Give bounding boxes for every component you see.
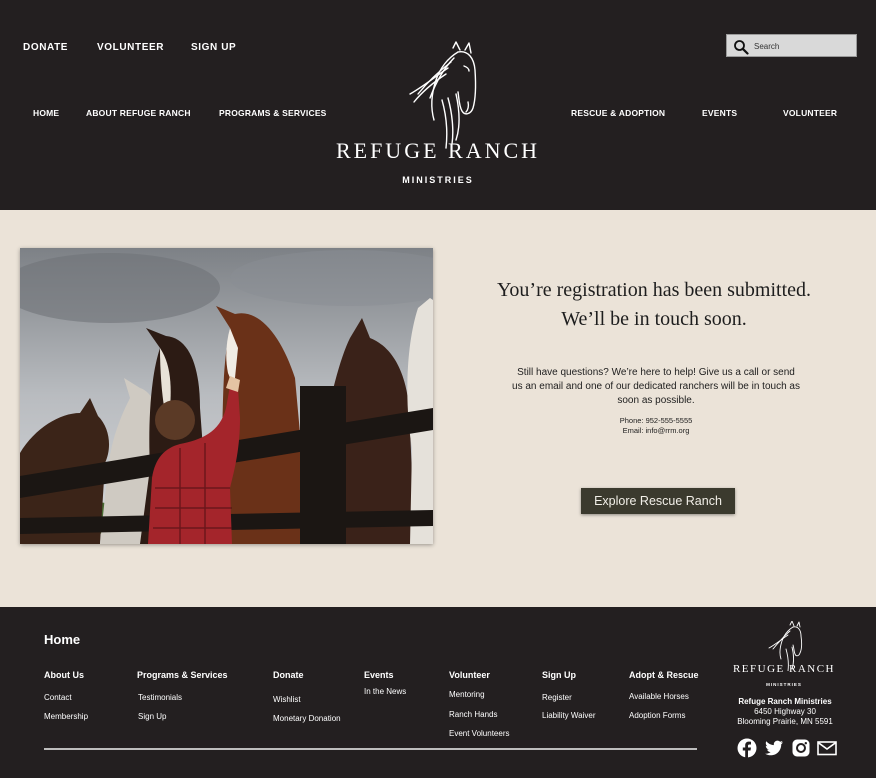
footer-sign-up-heading[interactable]: Sign Up — [542, 670, 576, 680]
site-footer: Home About Us Contact Membership Program… — [0, 607, 876, 778]
footer-link-mentoring[interactable]: Mentoring — [449, 690, 485, 699]
footer-divider — [44, 748, 697, 750]
footer-donate-heading[interactable]: Donate — [273, 670, 304, 680]
footer-events-heading[interactable]: Events — [364, 670, 394, 680]
footer-programs-heading[interactable]: Programs & Services — [137, 670, 228, 680]
footer-address-line1: 6450 Highway 30 — [754, 707, 816, 716]
footer-link-contact[interactable]: Contact — [44, 693, 72, 702]
footer-link-adoption-forms[interactable]: Adoption Forms — [629, 711, 685, 720]
footer-logo-wordmark: REFUGE RANCH — [732, 663, 836, 675]
footer-link-liability-waiver[interactable]: Liability Waiver — [542, 711, 596, 720]
nav-rescue-adoption[interactable]: RESCUE & ADOPTION — [571, 108, 665, 118]
logo-wordmark: REFUGE RANCH — [335, 138, 541, 163]
confirmation-heading: You’re registration has been submitted. … — [466, 276, 842, 334]
logo-subtitle: MINISTRIES — [402, 175, 474, 185]
top-donate-link[interactable]: DONATE — [23, 42, 68, 53]
refuge-ranch-logo[interactable]: REFUGE RANCH MINISTRIES — [318, 40, 558, 190]
twitter-icon[interactable] — [764, 738, 784, 758]
footer-link-testimonials[interactable]: Testimonials — [138, 693, 182, 702]
footer-adopt-heading[interactable]: Adopt & Rescue — [629, 670, 699, 680]
footer-logo[interactable]: REFUGE RANCH MINISTRIES — [728, 621, 840, 691]
nav-home[interactable]: HOME — [33, 108, 59, 118]
confirmation-heading-line1: You’re registration has been submitted. — [496, 279, 812, 301]
footer-link-membership[interactable]: Membership — [44, 712, 88, 721]
footer-link-wishlist[interactable]: Wishlist — [273, 695, 301, 704]
horse-head-logo-icon — [409, 41, 477, 149]
footer-logo-subtitle: MINISTRIES — [766, 682, 802, 687]
footer-link-programs-sign-up[interactable]: Sign Up — [138, 712, 166, 721]
facebook-icon[interactable] — [737, 738, 757, 758]
footer-link-available-horses[interactable]: Available Horses — [629, 692, 689, 701]
footer-home-link[interactable]: Home — [44, 632, 80, 647]
nav-about[interactable]: ABOUT REFUGE RANCH — [86, 108, 191, 118]
nav-volunteer[interactable]: VOLUNTEER — [783, 108, 837, 118]
footer-address-line2: Blooming Prairie, MN 5591 — [737, 717, 833, 726]
footer-volunteer-heading[interactable]: Volunteer — [449, 670, 490, 680]
footer-link-ranch-hands[interactable]: Ranch Hands — [449, 710, 497, 719]
footer-link-in-the-news[interactable]: In the News — [364, 687, 406, 696]
site-header: DONATE VOLUNTEER SIGN UP HOME ABOUT REFU… — [0, 0, 876, 210]
nav-events[interactable]: EVENTS — [702, 108, 737, 118]
top-sign-up-link[interactable]: SIGN UP — [191, 42, 236, 53]
search-box[interactable] — [726, 34, 857, 57]
confirmation-heading-line2: We’ll be in touch soon. — [561, 308, 747, 330]
top-volunteer-link[interactable]: VOLUNTEER — [97, 42, 164, 53]
instagram-icon[interactable] — [791, 738, 811, 758]
footer-link-monetary-donation[interactable]: Monetary Donation — [273, 714, 341, 723]
nav-programs[interactable]: PROGRAMS & SERVICES — [219, 108, 327, 118]
footer-link-event-volunteers[interactable]: Event Volunteers — [449, 729, 509, 738]
phone-number: Phone: 952-555-5555 — [619, 416, 693, 425]
explore-rescue-ranch-button[interactable]: Explore Rescue Ranch — [581, 488, 735, 514]
search-input[interactable] — [754, 38, 852, 54]
footer-about-heading[interactable]: About Us — [44, 670, 84, 680]
main-content: You’re registration has been submitted. … — [0, 210, 876, 607]
footer-org-name: Refuge Ranch Ministries — [738, 697, 832, 706]
horses-and-child-photo — [20, 248, 433, 544]
footer-link-register[interactable]: Register — [542, 693, 572, 702]
search-icon — [734, 40, 749, 55]
email-address: Email: info@rrm.org — [622, 426, 690, 435]
help-text: Still have questions? We’re here to help… — [512, 367, 800, 406]
mail-icon[interactable] — [817, 738, 837, 758]
